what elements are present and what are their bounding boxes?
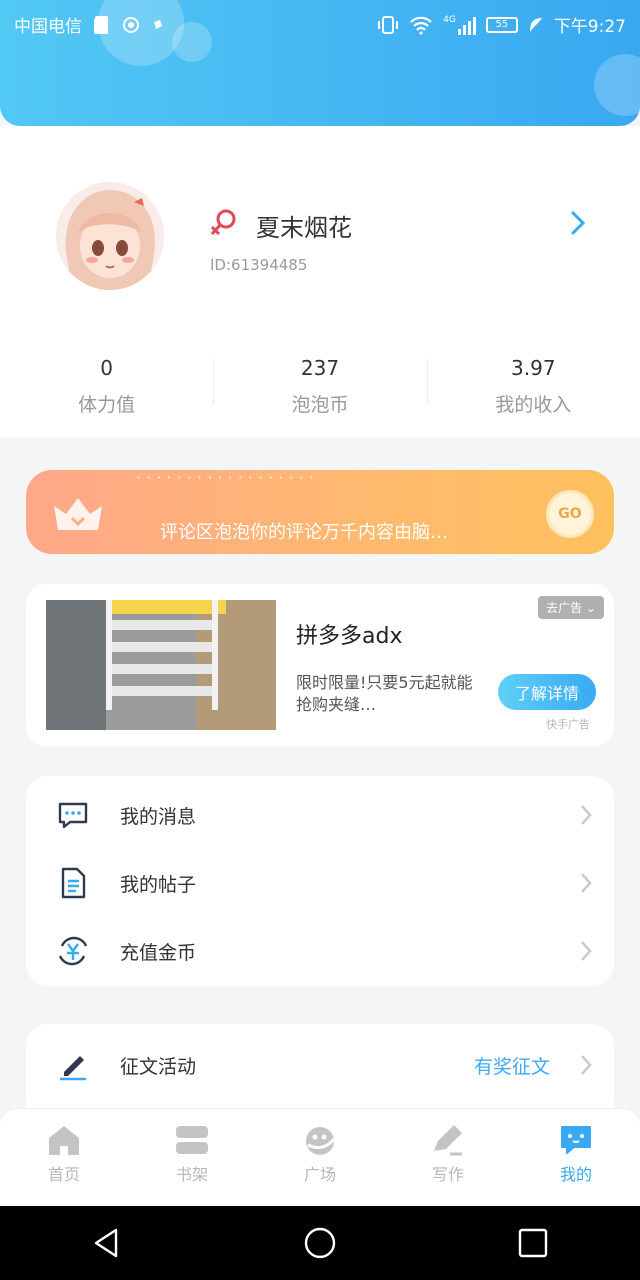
sd-card-icon	[94, 15, 108, 34]
tab-bookshelf[interactable]: 书架	[128, 1109, 256, 1207]
ad-detail-button[interactable]: 了解详情	[498, 674, 596, 710]
notification-icon	[154, 19, 162, 29]
profile-header-bg: 中国电信 4G 55 下午9:27	[0, 0, 640, 126]
bottom-tab-bar: 首页 书架 广场 写作 我的	[0, 1108, 640, 1207]
signal-icon: 4G	[443, 15, 476, 35]
message-icon	[58, 802, 88, 829]
stat-label: 我的收入	[495, 394, 572, 416]
bookshelf-icon	[176, 1126, 208, 1154]
camera-icon	[123, 16, 139, 33]
menu-item-posts[interactable]: 我的帖子	[26, 848, 614, 916]
wifi-icon	[410, 16, 432, 34]
chevron-right-icon	[581, 873, 592, 893]
ad-source: 快手广告	[546, 718, 590, 731]
tab-home[interactable]: 首页	[0, 1109, 128, 1207]
clock: 下午9:27	[553, 17, 626, 37]
home-icon	[49, 1126, 79, 1155]
chevron-right-icon	[581, 805, 592, 825]
avatar[interactable]	[56, 182, 164, 290]
tab-label: 我的	[559, 1165, 592, 1184]
network-type: 4G	[443, 14, 456, 25]
chevron-right-icon	[581, 941, 592, 961]
system-nav-bar	[0, 1206, 640, 1280]
profile-card: 夏末烟花 ID:61394485 0 体力值 237 泡泡币 3.97 我的收入	[0, 126, 640, 438]
stat-value: 0	[100, 356, 114, 380]
pen-icon	[60, 1056, 86, 1081]
menu-item-recharge[interactable]: 充值金币	[26, 916, 614, 984]
chat-bubble-icon	[561, 1126, 591, 1154]
stat-stamina[interactable]: 0 体力值	[0, 352, 213, 422]
stat-income[interactable]: 3.97 我的收入	[426, 352, 640, 422]
write-icon	[434, 1125, 462, 1156]
user-id: ID:61394485	[210, 256, 308, 274]
square-icon	[306, 1127, 336, 1155]
coin-icon	[58, 936, 88, 966]
menu-item-label: 充值金币	[120, 942, 197, 964]
ad-image[interactable]	[46, 600, 276, 730]
tab-mine[interactable]: 我的	[512, 1109, 640, 1207]
back-icon[interactable]	[90, 1226, 124, 1260]
vibrate-icon	[378, 15, 399, 34]
tab-label: 书架	[175, 1165, 208, 1184]
remove-ad-label: 去广告	[546, 601, 583, 615]
stat-label: 泡泡币	[291, 394, 349, 416]
go-button[interactable]: GO	[546, 490, 594, 538]
menu-item-label: 我的消息	[120, 806, 197, 828]
tab-square[interactable]: 广场	[256, 1109, 384, 1207]
menu-item-label: 征文活动	[120, 1056, 197, 1078]
female-icon	[210, 209, 236, 236]
remove-ad-button[interactable]: 去广告 ⌄	[538, 596, 604, 619]
product-image	[46, 600, 276, 730]
menu-item-label: 我的帖子	[120, 874, 197, 896]
avatar-image	[56, 182, 164, 290]
chevron-right-icon[interactable]	[570, 210, 586, 236]
menu-item-extra: 有奖征文	[473, 1056, 550, 1078]
stat-value: 237	[300, 356, 340, 380]
menu-item-messages[interactable]: 我的消息	[26, 780, 614, 848]
chevron-right-icon	[581, 1055, 592, 1075]
crown-icon	[54, 498, 102, 530]
status-bar: 中国电信 4G 55 下午9:27	[0, 0, 640, 44]
marquee-previous-line: · · · · · · · · · · · · · · · · · ·	[136, 476, 315, 487]
leaf-icon	[529, 17, 542, 32]
ad-description: 限时限量!只要5元起就能抢购夹缝…	[296, 673, 473, 714]
vip-banner[interactable]: · · · · · · · · · · · · · · · · · · 评论区泡…	[26, 470, 614, 554]
stat-bubble-coins[interactable]: 237 泡泡币	[213, 352, 426, 422]
document-icon	[61, 867, 86, 899]
battery-level: 55	[495, 19, 509, 30]
ad-card[interactable]: 拼多多adx 限时限量!只要5元起就能抢购夹缝… 去广告 ⌄ 了解详情 快手广告	[26, 584, 614, 746]
battery-icon: 55	[485, 16, 518, 33]
nickname: 夏末烟花	[256, 214, 352, 242]
recents-icon[interactable]	[516, 1226, 550, 1260]
menu-list: 我的消息 我的帖子 充值金币	[26, 776, 614, 986]
stats-row: 0 体力值 237 泡泡币 3.97 我的收入	[0, 352, 640, 422]
decor-bubble	[594, 54, 640, 116]
tab-label: 首页	[47, 1165, 80, 1184]
stat-label: 体力值	[78, 394, 136, 416]
tab-label: 写作	[431, 1165, 464, 1184]
tab-label: 广场	[303, 1165, 336, 1184]
tab-write[interactable]: 写作	[384, 1109, 512, 1207]
home-button-icon[interactable]	[303, 1226, 337, 1260]
stat-value: 3.97	[511, 356, 556, 380]
carrier-label: 中国电信	[14, 17, 82, 37]
ad-title: 拼多多adx	[296, 624, 403, 649]
menu-item-essay-contest[interactable]: 征文活动 有奖征文	[26, 1030, 614, 1098]
marquee-text: 评论区泡泡你的评论万千内容由脑…	[160, 522, 448, 543]
